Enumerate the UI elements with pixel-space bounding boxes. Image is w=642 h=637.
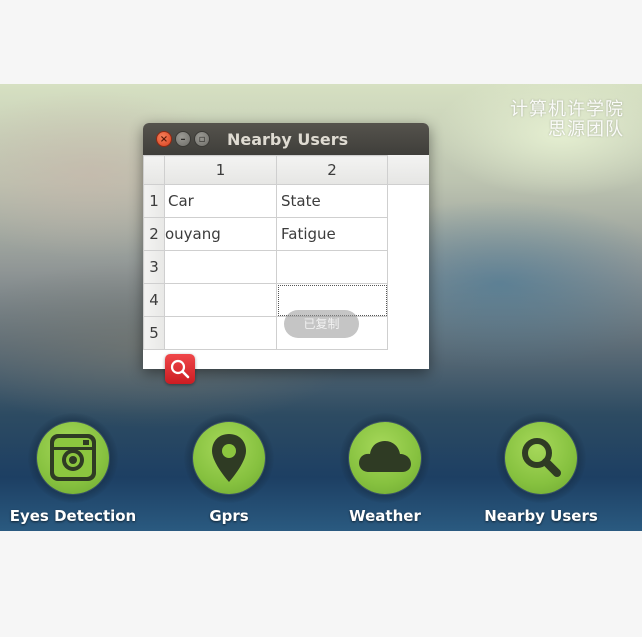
table-row: 2 ouyang Fatigue bbox=[143, 217, 388, 251]
row-header[interactable]: 2 bbox=[143, 217, 165, 251]
map-pin-icon bbox=[212, 434, 246, 482]
dock-label: Weather bbox=[349, 507, 421, 525]
minimize-window-button[interactable]: – bbox=[175, 131, 191, 147]
cloud-icon bbox=[359, 441, 411, 472]
column-header[interactable]: 1 bbox=[164, 155, 277, 185]
table-corner[interactable] bbox=[143, 155, 165, 185]
table-cell[interactable]: State bbox=[276, 184, 388, 218]
search-button[interactable] bbox=[165, 354, 195, 384]
table-cell[interactable]: Car bbox=[164, 184, 277, 218]
watermark-line-2: 思源团队 bbox=[548, 119, 624, 140]
table-row: 1 Car State bbox=[143, 184, 388, 218]
column-header[interactable]: 2 bbox=[276, 155, 388, 185]
dock-item-gprs[interactable]: Gprs bbox=[164, 413, 294, 531]
dock-label: Gprs bbox=[209, 507, 249, 525]
table-header-filler bbox=[387, 155, 429, 185]
nearby-users-window: × – ▫ Nearby Users 1 2 1 Car State 2 ouy… bbox=[143, 123, 429, 369]
row-header[interactable]: 5 bbox=[143, 316, 165, 350]
dock-item-weather[interactable]: Weather bbox=[320, 413, 450, 531]
row-header[interactable]: 4 bbox=[143, 283, 165, 317]
camera-icon bbox=[50, 434, 96, 481]
table-cell[interactable] bbox=[164, 283, 277, 317]
table-cell[interactable] bbox=[276, 250, 388, 284]
dock-label: Eyes Detection bbox=[9, 507, 137, 525]
table-cell[interactable] bbox=[164, 250, 277, 284]
table-cell[interactable]: Fatigue bbox=[276, 217, 388, 251]
table-cell[interactable]: ouyang bbox=[164, 217, 277, 251]
copied-toast: 已复制 bbox=[284, 310, 359, 338]
close-window-button[interactable]: × bbox=[156, 131, 172, 147]
row-header[interactable]: 1 bbox=[143, 184, 165, 218]
window-title: Nearby Users bbox=[227, 130, 349, 149]
nearby-users-button[interactable] bbox=[505, 422, 577, 494]
window-content: 1 2 1 Car State 2 ouyang Fatigue 3 4 5 已… bbox=[143, 155, 429, 369]
dock-label: Nearby Users bbox=[484, 507, 598, 525]
search-icon bbox=[170, 359, 190, 379]
table-cell[interactable] bbox=[164, 316, 277, 350]
window-titlebar[interactable]: × – ▫ Nearby Users bbox=[143, 123, 429, 155]
watermark: 计算机许学院 思源团队 bbox=[510, 100, 624, 140]
weather-button[interactable] bbox=[349, 422, 421, 494]
table-row: 3 bbox=[143, 250, 388, 284]
search-icon bbox=[522, 438, 561, 477]
eyes-detection-button[interactable] bbox=[37, 422, 109, 494]
row-header[interactable]: 3 bbox=[143, 250, 165, 284]
dock-item-nearby-users[interactable]: Nearby Users bbox=[476, 413, 606, 531]
watermark-line-1: 计算机许学院 bbox=[510, 99, 624, 120]
gprs-button[interactable] bbox=[193, 422, 265, 494]
dock-item-eyes-detection[interactable]: Eyes Detection bbox=[8, 413, 138, 531]
maximize-window-button[interactable]: ▫ bbox=[194, 131, 210, 147]
